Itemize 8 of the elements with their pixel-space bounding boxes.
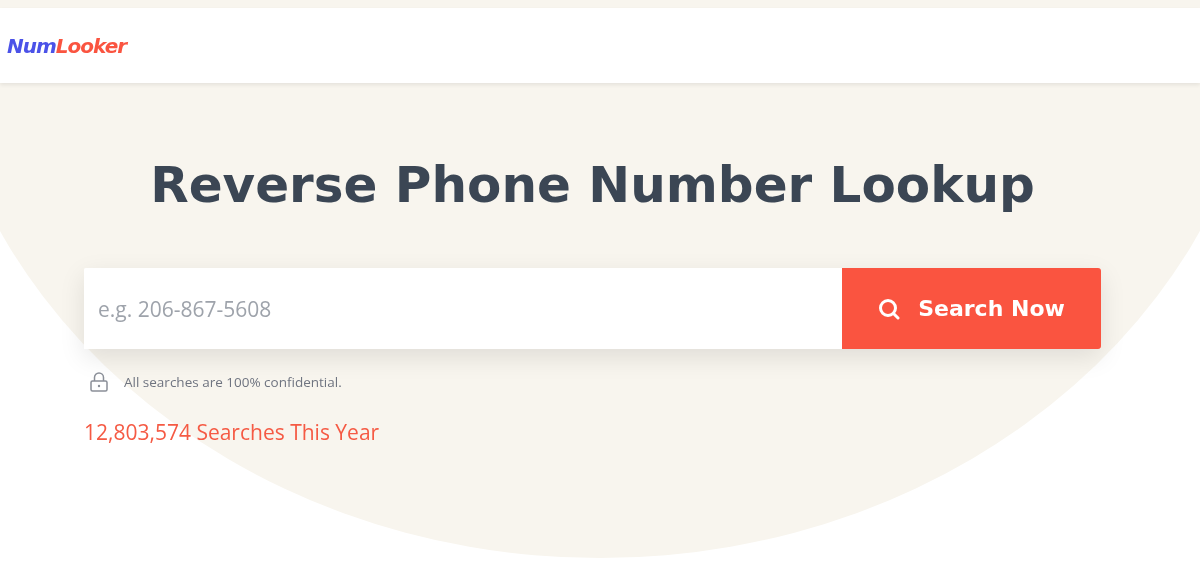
search-counter: 12,803,574 Searches This Year: [84, 418, 381, 446]
search-icon: [878, 297, 901, 320]
phone-input-field[interactable]: e.g. 206-867-5608: [84, 268, 842, 349]
privacy-note: All searches are 100% confidential.: [124, 373, 342, 391]
search-button[interactable]: Search Now: [842, 268, 1101, 349]
logo[interactable]: NumLooker: [7, 33, 127, 58]
lock-icon: [90, 372, 108, 392]
page-title: Reverse Phone Number Lookup: [149, 155, 1036, 215]
